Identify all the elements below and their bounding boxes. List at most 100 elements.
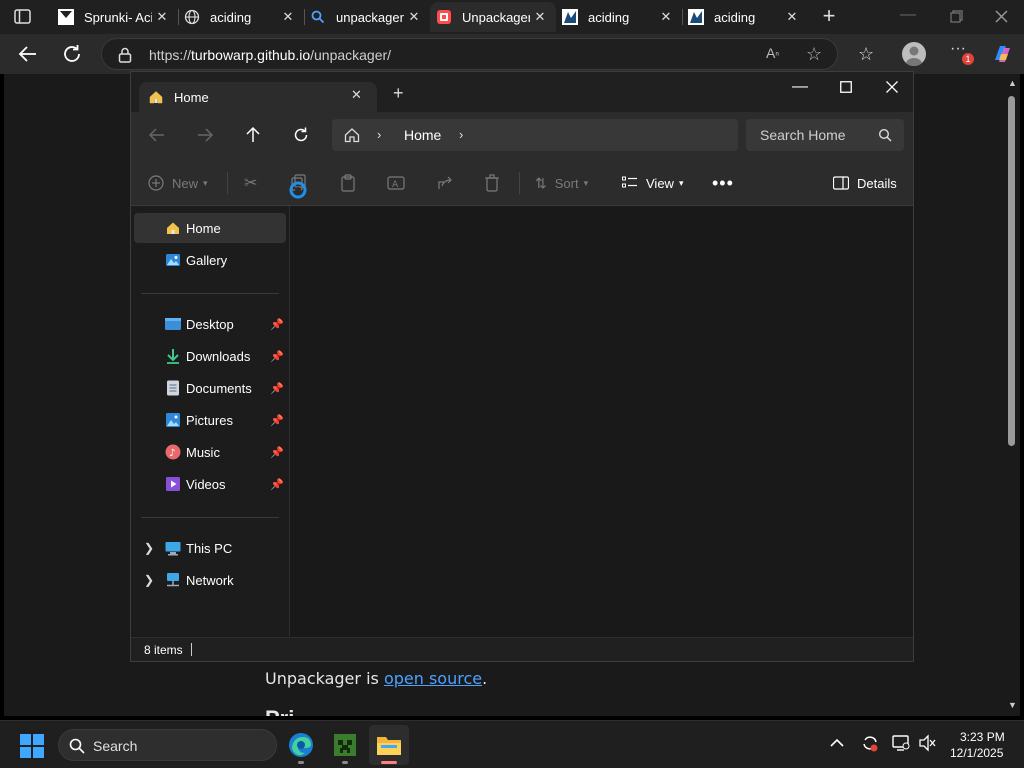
browser-tab-unpackager-search[interactable]: unpackager ✕ bbox=[304, 2, 430, 32]
favorites-icon[interactable]: ☆ bbox=[858, 44, 880, 66]
sidebar-divider bbox=[141, 293, 279, 294]
sidebar-item-pictures[interactable]: Pictures 📌 bbox=[134, 405, 286, 435]
minimize-icon[interactable]: — bbox=[777, 72, 823, 102]
lock-icon[interactable] bbox=[118, 47, 132, 63]
explorer-title-bar: Home ✕ + — bbox=[131, 72, 913, 112]
breadcrumb-home[interactable]: Home bbox=[404, 127, 441, 143]
sidebar-item-downloads[interactable]: Downloads 📌 bbox=[134, 341, 286, 371]
status-bar: 8 items bbox=[131, 637, 913, 661]
pin-icon[interactable]: 📌 bbox=[270, 478, 284, 491]
pin-icon[interactable]: 📌 bbox=[270, 382, 284, 395]
browser-tab-aciding-2[interactable]: aciding ✕ bbox=[556, 2, 682, 32]
clock-time[interactable]: 3:23 PM bbox=[960, 730, 1005, 744]
sidebar-item-network[interactable]: ❯ Network bbox=[134, 565, 286, 595]
network-icon bbox=[164, 571, 182, 589]
view-list-icon bbox=[622, 176, 638, 190]
open-source-link[interactable]: open source bbox=[384, 669, 482, 688]
sidebar-item-label: Pictures bbox=[186, 412, 233, 428]
pin-icon[interactable]: 📌 bbox=[270, 318, 284, 331]
sidebar-item-label: Videos bbox=[186, 476, 226, 492]
add-tab-icon[interactable]: + bbox=[393, 84, 404, 102]
cut-button[interactable]: ✂ bbox=[244, 160, 257, 206]
browser-restore-button[interactable] bbox=[944, 6, 968, 28]
sidebar-item-home[interactable]: Home bbox=[134, 213, 286, 243]
close-icon[interactable]: ✕ bbox=[404, 7, 424, 27]
sort-button[interactable]: ⇅ Sort ▾ bbox=[535, 160, 588, 206]
windows-start-icon[interactable] bbox=[20, 734, 44, 758]
file-list-area[interactable] bbox=[290, 206, 913, 636]
pin-icon[interactable]: 📌 bbox=[270, 350, 284, 363]
minecraft-taskbar-button[interactable] bbox=[325, 725, 365, 765]
new-tab-button[interactable]: + bbox=[818, 5, 840, 28]
favorite-star-icon[interactable]: ☆ bbox=[806, 44, 826, 64]
sidebar-item-music[interactable]: ♪ Music 📌 bbox=[134, 437, 286, 467]
refresh-icon[interactable] bbox=[292, 126, 310, 144]
back-arrow-icon[interactable] bbox=[148, 126, 166, 144]
breadcrumb[interactable]: › Home › bbox=[332, 119, 738, 151]
search-box[interactable]: Search Home bbox=[746, 119, 904, 151]
sync-icon[interactable] bbox=[860, 733, 880, 753]
close-icon[interactable]: ✕ bbox=[782, 7, 802, 27]
browser-tab-sprunki[interactable]: Sprunki- Aci ✕ bbox=[52, 2, 178, 32]
downloads-folder-icon bbox=[164, 347, 182, 365]
forward-arrow-icon[interactable] bbox=[196, 126, 214, 144]
mute-speaker-icon[interactable] bbox=[918, 734, 936, 752]
back-arrow-icon[interactable] bbox=[16, 42, 40, 66]
sidebar-item-gallery[interactable]: Gallery bbox=[134, 245, 286, 275]
sprunki-favicon bbox=[58, 9, 74, 25]
refresh-icon[interactable] bbox=[60, 42, 84, 66]
sidebar-item-documents[interactable]: Documents 📌 bbox=[134, 373, 286, 403]
copilot-icon[interactable] bbox=[990, 42, 1014, 66]
explorer-tab-home[interactable]: Home ✕ bbox=[139, 82, 377, 112]
close-icon[interactable]: ✕ bbox=[656, 7, 676, 27]
details-button[interactable]: Details bbox=[832, 160, 897, 206]
scroll-up-arrow-icon[interactable]: ▲ bbox=[1008, 78, 1017, 88]
chevron-up-icon[interactable] bbox=[830, 736, 844, 750]
up-arrow-icon[interactable] bbox=[244, 126, 262, 144]
home-outline-icon[interactable] bbox=[343, 126, 361, 144]
pin-icon[interactable]: 📌 bbox=[270, 446, 284, 459]
sidebar-item-videos[interactable]: Videos 📌 bbox=[134, 469, 286, 499]
browser-tab-unpackager-active[interactable]: Unpackager ✕ bbox=[430, 2, 556, 32]
clock-date[interactable]: 12/1/2025 bbox=[950, 746, 1003, 760]
search-input[interactable]: Search Home bbox=[760, 127, 846, 143]
sidebar-item-this-pc[interactable]: ❯ This PC bbox=[134, 533, 286, 563]
rename-button[interactable]: A bbox=[387, 160, 405, 206]
chevron-right-icon[interactable]: › bbox=[377, 127, 381, 142]
see-more-button[interactable]: ••• bbox=[712, 160, 734, 206]
maximize-icon[interactable] bbox=[823, 72, 869, 102]
read-aloud-icon[interactable]: Aⁿ bbox=[766, 45, 786, 65]
view-button[interactable]: View ▾ bbox=[622, 160, 683, 206]
address-bar[interactable]: https://turbowarp.github.io/unpackager/ … bbox=[101, 38, 838, 70]
tab-actions-icon[interactable] bbox=[14, 9, 32, 25]
close-window-icon[interactable] bbox=[869, 72, 915, 102]
delete-button[interactable] bbox=[484, 160, 500, 206]
share-button[interactable] bbox=[436, 160, 454, 206]
file-explorer-taskbar-button[interactable] bbox=[369, 725, 409, 765]
browser-minimize-button[interactable]: — bbox=[896, 6, 920, 28]
display-icon[interactable] bbox=[892, 734, 910, 752]
busy-cursor-icon bbox=[288, 180, 307, 199]
sidebar-item-label: Desktop bbox=[186, 316, 234, 332]
paste-button[interactable] bbox=[340, 160, 356, 206]
sidebar-item-desktop[interactable]: Desktop 📌 bbox=[134, 309, 286, 339]
close-icon[interactable]: ✕ bbox=[278, 7, 298, 27]
chevron-right-icon[interactable]: ❯ bbox=[144, 541, 154, 555]
chevron-right-icon[interactable]: ❯ bbox=[144, 573, 154, 587]
svg-text:A: A bbox=[392, 180, 399, 190]
browser-tab-aciding-1[interactable]: aciding ✕ bbox=[178, 2, 304, 32]
scroll-down-arrow-icon[interactable]: ▼ bbox=[1008, 700, 1017, 710]
browser-close-button[interactable] bbox=[990, 6, 1014, 28]
new-button[interactable]: New ▾ bbox=[148, 160, 208, 206]
chevron-right-icon[interactable]: › bbox=[459, 127, 463, 142]
edge-taskbar-button[interactable] bbox=[281, 725, 321, 765]
profile-avatar[interactable] bbox=[902, 42, 926, 66]
videos-folder-icon bbox=[164, 475, 182, 493]
close-icon[interactable]: ✕ bbox=[351, 87, 362, 103]
scrollbar-thumb[interactable] bbox=[1008, 96, 1015, 446]
pin-icon[interactable]: 📌 bbox=[270, 414, 284, 427]
taskbar-search[interactable]: Search bbox=[58, 729, 277, 761]
close-icon[interactable]: ✕ bbox=[530, 7, 550, 27]
close-icon[interactable]: ✕ bbox=[152, 7, 172, 27]
browser-tab-aciding-3[interactable]: aciding ✕ bbox=[682, 2, 808, 32]
